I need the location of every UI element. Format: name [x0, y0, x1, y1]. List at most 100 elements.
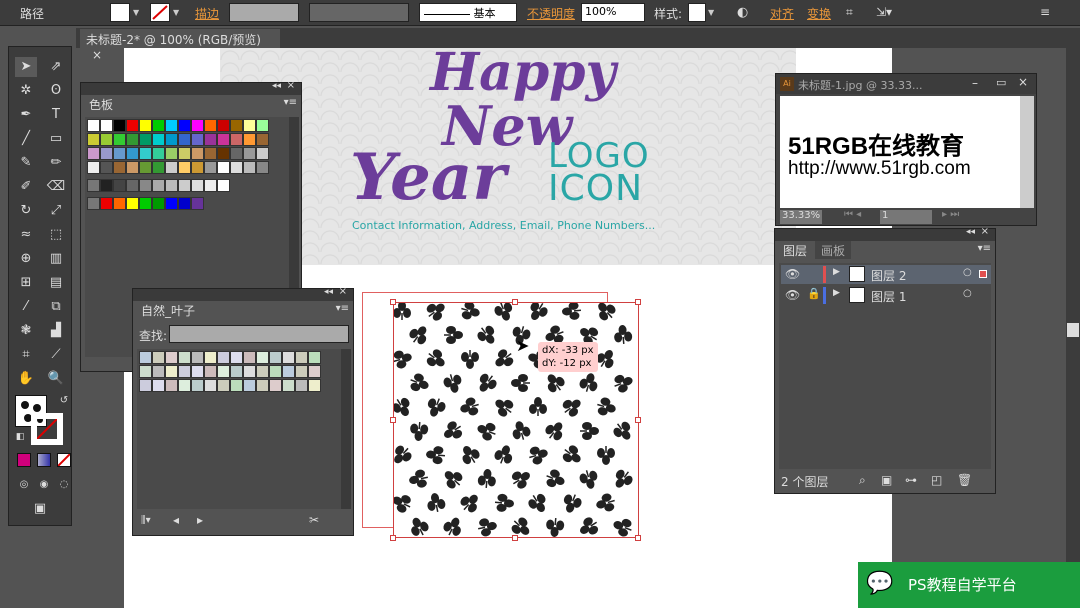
clipping-mask-icon[interactable]: ▣ [881, 473, 892, 487]
arrange-icon[interactable]: ⇲▾ [876, 5, 892, 19]
locate-object-icon[interactable]: ⌕ [859, 473, 866, 488]
pattern-swatch[interactable] [204, 379, 217, 392]
tab-nature-leaves[interactable]: 自然_叶子 [135, 301, 202, 319]
swatch-cell[interactable] [165, 119, 178, 132]
swatch-cell[interactable] [256, 147, 269, 160]
swatch-cell[interactable] [113, 133, 126, 146]
swatch-cell[interactable] [191, 147, 204, 160]
layer-name[interactable]: 图层 2 [871, 267, 906, 284]
swatch-cell[interactable] [191, 179, 204, 192]
blend-tool-icon[interactable]: ⧉ [45, 297, 67, 317]
mesh-tool-icon[interactable]: ⊞ [15, 273, 37, 293]
resize-handle[interactable] [635, 299, 641, 305]
target-icon[interactable]: ○ [963, 288, 972, 299]
target-icon[interactable]: ○ [963, 267, 972, 278]
swatch-cell[interactable] [217, 179, 230, 192]
pattern-swatch[interactable] [243, 379, 256, 392]
column-graph-tool-icon[interactable]: ▟ [45, 321, 67, 341]
swatch-cell[interactable] [230, 119, 243, 132]
swatch-cell[interactable] [126, 197, 139, 210]
line-tool-icon[interactable]: ╱ [15, 129, 37, 149]
close-icon[interactable]: × [981, 226, 989, 237]
swatch-cell[interactable] [217, 133, 230, 146]
pattern-swatch[interactable] [230, 351, 243, 364]
swatch-cell[interactable] [204, 133, 217, 146]
pencil-tool-icon[interactable]: ✏ [45, 153, 67, 173]
stroke-color-box[interactable] [31, 413, 63, 445]
screen-mode-icon[interactable]: ▣ [29, 499, 51, 519]
zoom-field[interactable]: 33.33% [780, 210, 822, 224]
type-tool-icon[interactable]: T [45, 105, 67, 125]
panel-titlebar[interactable]: ◂◂ × [775, 226, 995, 241]
rectangle-tool-icon[interactable]: ▭ [45, 129, 67, 149]
resize-handle[interactable] [390, 417, 396, 423]
swatch-cell[interactable] [217, 147, 230, 160]
panel-menu-icon[interactable]: ▾≡ [284, 97, 297, 108]
graphic-style-swatch[interactable] [688, 3, 706, 22]
swatch-cell[interactable] [113, 179, 126, 192]
swatch-cell[interactable] [178, 119, 191, 132]
color-mode-button[interactable] [17, 453, 31, 467]
pattern-swatch[interactable] [256, 379, 269, 392]
swatch-cell[interactable] [178, 147, 191, 160]
pattern-swatch[interactable] [282, 379, 295, 392]
next-page-icon[interactable]: ▸ ⏭ [942, 209, 959, 220]
swatch-cell[interactable] [100, 133, 113, 146]
swatch-cell[interactable] [256, 161, 269, 174]
stroke-link[interactable]: 描边 [195, 5, 219, 22]
swatch-cell[interactable] [217, 161, 230, 174]
pattern-swatch[interactable] [217, 351, 230, 364]
expand-arrow-icon[interactable]: ▶ [833, 288, 840, 298]
pattern-swatch[interactable] [295, 351, 308, 364]
swatch-cell[interactable] [113, 147, 126, 160]
document-tab[interactable]: 未标题-2* @ 100% (RGB/预览) × [80, 29, 280, 62]
pattern-swatch[interactable] [230, 379, 243, 392]
new-year-banner[interactable]: Happy New Year LOGO ICON Contact Informa… [220, 42, 796, 265]
pattern-swatch[interactable] [191, 379, 204, 392]
swatch-cell[interactable] [139, 197, 152, 210]
eraser-tool-icon[interactable]: ⌫ [45, 177, 67, 197]
swatch-cell[interactable] [113, 161, 126, 174]
swatch-cell[interactable] [230, 161, 243, 174]
rotate-tool-icon[interactable]: ↻ [15, 201, 37, 221]
chevron-down-icon[interactable]: ▼ [708, 8, 714, 17]
resize-handle[interactable] [390, 535, 396, 541]
scrollbar[interactable] [1066, 28, 1080, 608]
pattern-swatch[interactable] [152, 351, 165, 364]
pattern-grid[interactable] [137, 349, 341, 509]
close-icon[interactable]: × [287, 80, 295, 91]
swatch-cell[interactable] [100, 147, 113, 160]
swatch-cell[interactable] [165, 161, 178, 174]
swatch-cell[interactable] [178, 197, 191, 210]
close-icon[interactable]: × [92, 48, 102, 62]
swatch-cell[interactable] [165, 197, 178, 210]
chevron-down-icon[interactable]: ▼ [133, 8, 139, 17]
pattern-swatch[interactable] [243, 351, 256, 364]
swatch-cell[interactable] [126, 179, 139, 192]
brush-style-dropdown[interactable]: 基本 [419, 3, 517, 22]
align-link[interactable]: 对齐 [770, 5, 794, 22]
swatch-cell[interactable] [100, 161, 113, 174]
swatch-cell[interactable] [126, 133, 139, 146]
gradient-mode-button[interactable] [37, 453, 51, 467]
swatch-cell[interactable] [152, 133, 165, 146]
swatch-cell[interactable] [87, 133, 100, 146]
preview-titlebar[interactable]: Ai 未标题-1.jpg @ 33.33... – ▭ × [776, 74, 1036, 94]
previous-library-icon[interactable]: ◂ [173, 513, 179, 527]
unlink-icon[interactable]: ✂ [309, 513, 319, 527]
swatch-cell[interactable] [165, 147, 178, 160]
scrollbar[interactable] [1020, 96, 1034, 208]
shape-builder-tool-icon[interactable]: ⊕ [15, 249, 37, 269]
collapse-icon[interactable]: ◂◂ [966, 227, 975, 237]
paintbrush-tool-icon[interactable]: ✎ [15, 153, 37, 173]
pattern-swatch[interactable] [282, 365, 295, 378]
pattern-swatch[interactable] [269, 379, 282, 392]
pattern-swatch[interactable] [256, 351, 269, 364]
lasso-tool-icon[interactable]: ʘ [45, 81, 67, 101]
swatch-cell[interactable] [139, 133, 152, 146]
pattern-swatch[interactable] [152, 379, 165, 392]
swatch-cell[interactable] [243, 161, 256, 174]
swatch-cell[interactable] [126, 161, 139, 174]
collapse-icon[interactable]: ◂◂ [272, 81, 281, 91]
swatch-cell[interactable] [191, 133, 204, 146]
